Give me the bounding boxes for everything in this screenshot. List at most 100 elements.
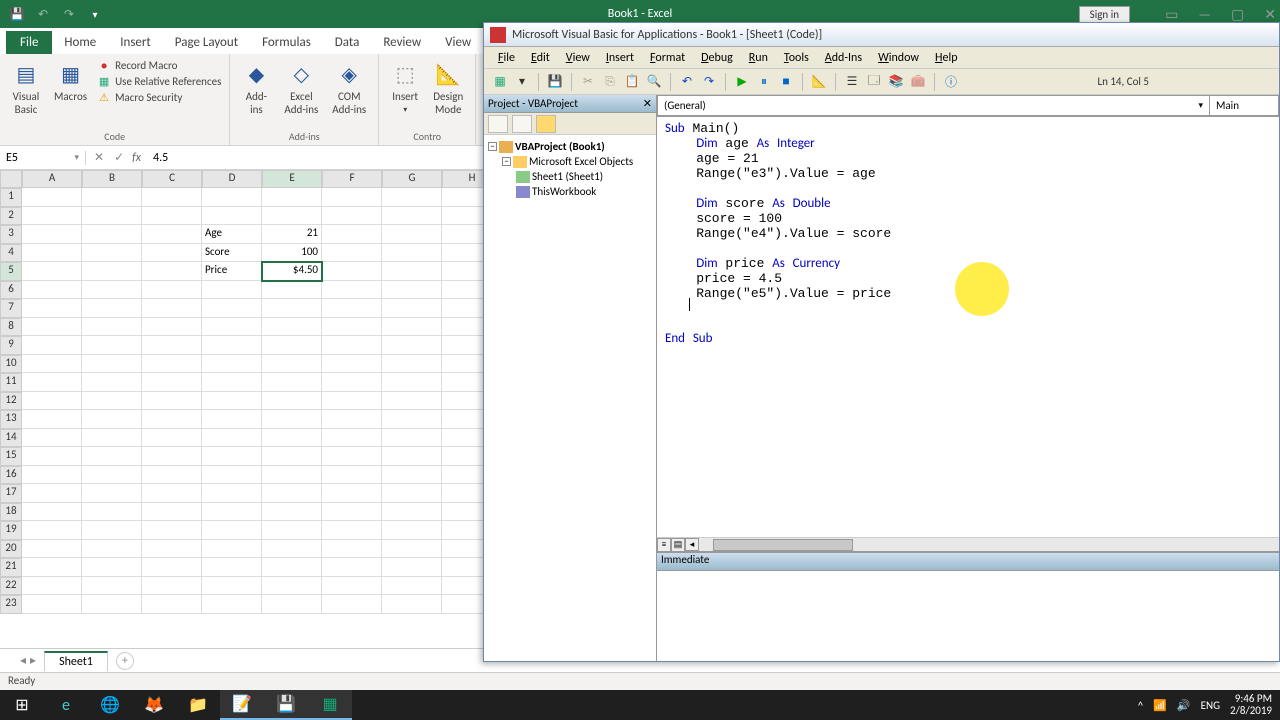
cell-D17[interactable] <box>202 484 262 503</box>
tree-sheet1[interactable]: Sheet1 (Sheet1) <box>488 169 652 184</box>
cancel-formula-icon[interactable]: ✕ <box>94 150 104 165</box>
cell-C22[interactable] <box>142 577 202 596</box>
vbe-undo-icon[interactable]: ↶ <box>679 74 695 90</box>
row-header-22[interactable]: 22 <box>0 577 22 596</box>
row-header-5[interactable]: 5 <box>0 262 22 281</box>
vbe-design-icon[interactable]: 📐 <box>811 74 827 90</box>
cell-D1[interactable] <box>202 188 262 207</box>
cell-G1[interactable] <box>382 188 442 207</box>
col-header-C[interactable]: C <box>142 170 202 188</box>
tree-folder-excel-objects[interactable]: −Microsoft Excel Objects <box>488 154 652 169</box>
cell-C4[interactable] <box>142 244 202 263</box>
cell-F13[interactable] <box>322 410 382 429</box>
cell-G11[interactable] <box>382 373 442 392</box>
code-object-dropdown[interactable]: (General)▾ <box>657 95 1209 116</box>
vbe-find-icon[interactable]: 🔍 <box>646 74 662 90</box>
addins-button[interactable]: ◆Add- ins <box>238 58 274 118</box>
cell-A19[interactable] <box>22 521 82 540</box>
cell-C9[interactable] <box>142 336 202 355</box>
use-relative-button[interactable]: ▦Use Relative References <box>97 74 221 88</box>
project-tree[interactable]: −VBAProject (Book1) −Microsoft Excel Obj… <box>484 135 656 661</box>
vbe-redo-icon[interactable]: ↷ <box>701 74 717 90</box>
cell-G8[interactable] <box>382 318 442 337</box>
proc-view-icon[interactable]: ≡ <box>657 538 671 552</box>
cell-E8[interactable] <box>262 318 322 337</box>
cell-A12[interactable] <box>22 392 82 411</box>
row-header-17[interactable]: 17 <box>0 484 22 503</box>
design-mode-button[interactable]: 📐Design Mode <box>429 58 467 118</box>
vbe-paste-icon[interactable]: 📋 <box>624 74 640 90</box>
cell-F22[interactable] <box>322 577 382 596</box>
cell-C12[interactable] <box>142 392 202 411</box>
col-header-D[interactable]: D <box>202 170 262 188</box>
cell-A14[interactable] <box>22 429 82 448</box>
vbe-properties-icon[interactable]: 🗔 <box>866 74 882 90</box>
cell-C2[interactable] <box>142 207 202 226</box>
cell-F23[interactable] <box>322 595 382 614</box>
code-editor[interactable]: Sub Main() Dim age As Integer age = 21 R… <box>657 117 1279 537</box>
vbe-view-excel-icon[interactable]: ▦ <box>492 74 508 90</box>
close-icon[interactable]: ✕ <box>1264 6 1276 23</box>
cell-E14[interactable] <box>262 429 322 448</box>
cell-A8[interactable] <box>22 318 82 337</box>
cell-C13[interactable] <box>142 410 202 429</box>
tray-language[interactable]: ENG <box>1201 699 1220 712</box>
vbe-menu-view[interactable]: View <box>560 49 596 67</box>
cell-D12[interactable] <box>202 392 262 411</box>
cell-F20[interactable] <box>322 540 382 559</box>
cell-G22[interactable] <box>382 577 442 596</box>
cell-E15[interactable] <box>262 447 322 466</box>
cell-C7[interactable] <box>142 299 202 318</box>
row-header-1[interactable]: 1 <box>0 188 22 207</box>
row-header-6[interactable]: 6 <box>0 281 22 300</box>
cell-C23[interactable] <box>142 595 202 614</box>
cell-A15[interactable] <box>22 447 82 466</box>
start-button[interactable]: ⊞ <box>0 690 44 720</box>
cell-B6[interactable] <box>82 281 142 300</box>
vbe-menu-tools[interactable]: Tools <box>778 49 815 67</box>
tab-insert[interactable]: Insert <box>108 31 163 54</box>
cell-F2[interactable] <box>322 207 382 226</box>
cell-C19[interactable] <box>142 521 202 540</box>
cell-G10[interactable] <box>382 355 442 374</box>
cell-B23[interactable] <box>82 595 142 614</box>
vbe-menu-edit[interactable]: Edit <box>525 49 556 67</box>
row-header-9[interactable]: 9 <box>0 336 22 355</box>
add-sheet-button[interactable]: + <box>116 652 134 670</box>
cell-B1[interactable] <box>82 188 142 207</box>
cell-D3[interactable]: Age <box>202 225 262 244</box>
cell-E1[interactable] <box>262 188 322 207</box>
select-all-corner[interactable] <box>0 170 22 188</box>
cell-F8[interactable] <box>322 318 382 337</box>
row-header-23[interactable]: 23 <box>0 595 22 614</box>
vbe-menu-file[interactable]: File <box>492 49 521 67</box>
row-header-21[interactable]: 21 <box>0 558 22 577</box>
vbe-menu-window[interactable]: Window <box>872 49 925 67</box>
cell-G12[interactable] <box>382 392 442 411</box>
cell-G15[interactable] <box>382 447 442 466</box>
undo-icon[interactable]: ↶ <box>34 5 52 23</box>
cell-C21[interactable] <box>142 558 202 577</box>
macro-security-button[interactable]: ⚠Macro Security <box>97 90 221 104</box>
signin-button[interactable]: Sign in <box>1079 6 1130 23</box>
cell-D20[interactable] <box>202 540 262 559</box>
proj-toggle-folders-button[interactable] <box>536 115 556 133</box>
tab-review[interactable]: Review <box>371 31 433 54</box>
row-header-2[interactable]: 2 <box>0 207 22 226</box>
cell-D7[interactable] <box>202 299 262 318</box>
cell-C18[interactable] <box>142 503 202 522</box>
cell-F10[interactable] <box>322 355 382 374</box>
cell-F9[interactable] <box>322 336 382 355</box>
proj-view-object-button[interactable] <box>512 115 532 133</box>
vbe-reset-icon[interactable]: ■ <box>778 74 794 90</box>
cell-F4[interactable] <box>322 244 382 263</box>
cell-A2[interactable] <box>22 207 82 226</box>
row-header-12[interactable]: 12 <box>0 392 22 411</box>
cell-B19[interactable] <box>82 521 142 540</box>
cell-B2[interactable] <box>82 207 142 226</box>
taskbar-excel-icon[interactable]: ▦ <box>308 690 352 720</box>
taskbar-app-icon[interactable]: 💾 <box>264 690 308 720</box>
cell-E4[interactable]: 100 <box>262 244 322 263</box>
code-procedure-dropdown[interactable]: Main <box>1209 95 1279 116</box>
tab-file[interactable]: File <box>6 31 52 54</box>
